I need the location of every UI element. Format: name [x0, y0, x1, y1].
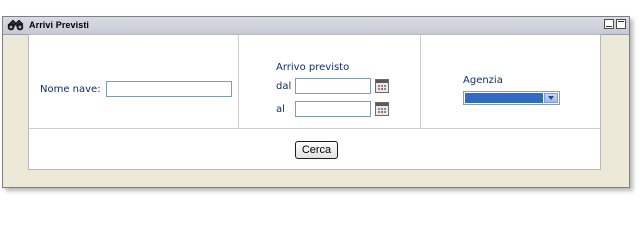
window-title: Arrivi Previsti: [29, 20, 90, 30]
ship-name-input[interactable]: [106, 81, 232, 97]
expected-arrival-header: Arrivo previsto: [276, 62, 350, 73]
binoculars-icon: [6, 17, 28, 33]
calendar-icon[interactable]: [375, 79, 389, 93]
search-button[interactable]: Cerca: [295, 141, 338, 159]
ship-name-label: Nome nave:: [40, 84, 101, 95]
agency-select[interactable]: [463, 91, 560, 105]
to-date-input[interactable]: [295, 101, 371, 117]
from-date-label: dal: [276, 81, 292, 92]
chevron-down-icon[interactable]: [544, 93, 558, 103]
title-bar: Arrivi Previsti: [3, 17, 629, 35]
agency-select-value: [465, 93, 543, 103]
row-divider: [29, 128, 600, 129]
to-date-label: al: [276, 104, 285, 115]
calendar-icon[interactable]: [375, 102, 389, 116]
minimize-icon[interactable]: [604, 19, 614, 29]
maximize-icon[interactable]: [616, 19, 626, 29]
column-divider: [238, 35, 239, 128]
column-divider: [420, 35, 421, 128]
from-date-input[interactable]: [295, 78, 371, 94]
agency-label: Agenzia: [463, 75, 503, 86]
